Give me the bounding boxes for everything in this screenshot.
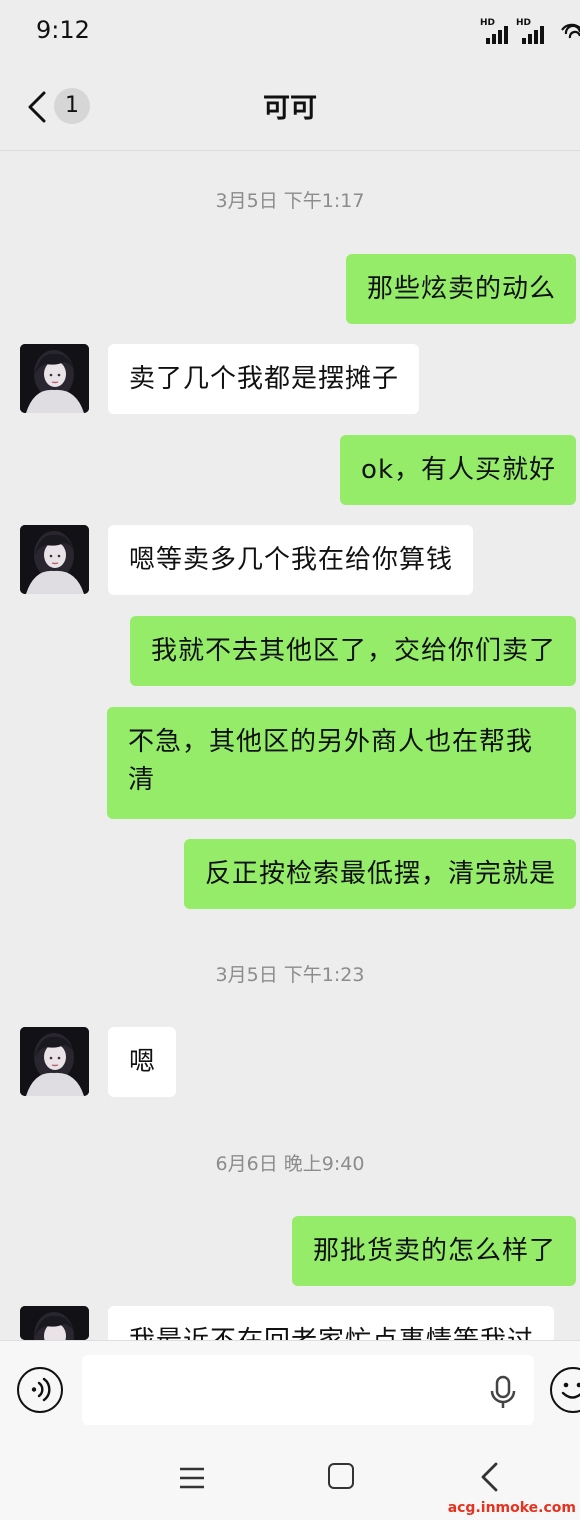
message-timestamp: 3月5日 下午1:17 — [215, 190, 365, 212]
avatar[interactable] — [20, 1027, 89, 1096]
incoming-message[interactable]: 嗯等卖多几个我在给你算钱 — [108, 525, 474, 595]
menu-icon[interactable] — [178, 1465, 206, 1491]
signal-icon: HD — [516, 18, 550, 44]
chat-title: 可可 — [263, 93, 317, 124]
incoming-message[interactable]: 卖了几个我都是摆摊子 — [108, 344, 420, 414]
message-timestamp: 3月5日 下午1:23 — [215, 964, 365, 986]
avatar[interactable] — [20, 344, 89, 413]
status-bar: 9:12 HD HD — [0, 0, 580, 62]
nav-back-icon[interactable] — [478, 1461, 502, 1493]
outgoing-message[interactable]: ok，有人买就好 — [340, 435, 576, 505]
system-nav-bar: acg.inmoke.com — [0, 1441, 580, 1520]
watermark: acg.inmoke.com — [447, 1500, 576, 1516]
outgoing-message[interactable]: 不急，其他区的另外商人也在帮我清 — [107, 707, 576, 819]
outgoing-message[interactable]: 我就不去其他区了，交给你们卖了 — [129, 616, 576, 686]
outgoing-message[interactable]: 那批货卖的怎么样了 — [291, 1216, 576, 1286]
incoming-message[interactable]: 我最近不在回老家忙点事情等我过 — [108, 1306, 555, 1340]
voice-icon[interactable] — [17, 1367, 63, 1413]
avatar[interactable] — [20, 1306, 89, 1340]
status-time: 9:12 — [36, 16, 90, 44]
home-icon[interactable] — [328, 1463, 354, 1489]
outgoing-message[interactable]: 反正按检索最低摆，清完就是 — [183, 839, 576, 909]
chat-header: 1 可可 — [0, 62, 580, 151]
microphone-icon[interactable] — [488, 1375, 518, 1409]
emoji-icon[interactable] — [550, 1367, 580, 1413]
wifi-icon — [561, 23, 580, 39]
incoming-message[interactable]: 嗯 — [108, 1027, 177, 1097]
message-input[interactable] — [82, 1355, 534, 1425]
avatar[interactable] — [20, 525, 89, 594]
outgoing-message[interactable]: 那些炫卖的动么 — [345, 254, 576, 324]
input-bar — [0, 1340, 580, 1441]
message-timestamp: 6月6日 晚上9:40 — [215, 1153, 365, 1175]
signal-icon: HD — [480, 18, 514, 44]
signal-label: HD — [516, 18, 532, 28]
signal-label: HD — [480, 18, 496, 28]
status-icons: HD HD — [480, 14, 580, 44]
